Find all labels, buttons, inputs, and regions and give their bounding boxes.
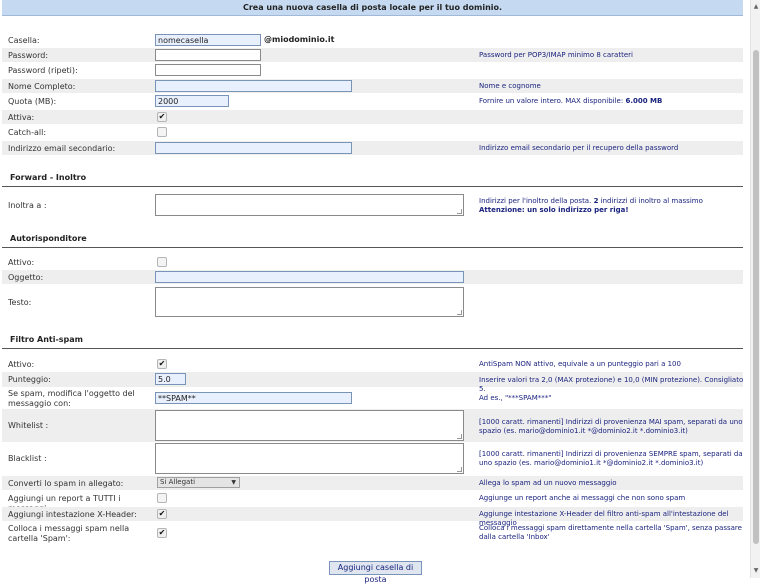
password-input[interactable] [155,49,261,61]
antispam-active-label: Attivo: [8,360,35,369]
xheader-label: Aggiungi intestazione X-Header: [8,510,137,519]
xheader-row: Aggiungi intestazione X-Header: ✔ Aggiun… [2,507,743,527]
attachment-label: Converti lo spam in allegato: [8,479,124,488]
whitelist-textarea[interactable] [155,410,464,441]
forward-section-title: Forward - Inoltro [2,172,743,187]
antispam-active-checkbox[interactable]: ✔ [157,359,167,369]
spam-folder-checkbox[interactable]: ✔ [157,528,167,538]
score-input[interactable] [155,373,186,385]
chevron-down-icon: ▼ [231,479,236,486]
password-label: Password: [8,51,49,60]
attachment-hint: Allega lo spam ad un nuovo messaggio [479,479,617,487]
quota-hint-max: 6.000 MB [625,97,663,105]
whitelist-label: Whitelist : [8,421,49,430]
autoresponder-textarea[interactable] [155,287,464,317]
attachment-select-value: Si Allegati [160,478,196,486]
blacklist-label: Blacklist : [8,454,47,463]
blacklist-hint: [1000 caratt. rimanenti] Indirizzi di pr… [479,450,743,467]
autoresponder-section-title: Autorisponditore [2,233,743,248]
forward-hint: Indirizzi per l'inoltro della posta. 2 i… [479,197,744,215]
autoresponder-active-row: Attivo: [2,255,743,269]
report-row: Aggiungi un report a TUTTI i messaggi: A… [2,491,743,513]
spam-folder-hint: Colloca i messaggi spam direttamente nel… [479,524,742,541]
forward-textarea[interactable] [155,194,464,216]
resize-grip-icon[interactable] [457,467,462,472]
secondary-email-label: Indirizzo email secondario: [8,144,116,153]
quota-label: Quota (MB): [8,97,57,106]
catchall-label: Catch-all: [8,128,47,137]
attachment-select[interactable]: Si Allegati ▼ [157,477,240,488]
forward-label: Inoltra a : [8,201,47,210]
xheader-checkbox[interactable]: ✔ [157,509,167,519]
mailbox-active-checkbox[interactable]: ✔ [157,112,167,122]
password-repeat-input[interactable] [155,64,261,76]
password-row: Password: Password per POP3/IMAP minimo … [2,48,743,62]
blacklist-row: Blacklist : [1000 caratt. rimanenti] Ind… [2,442,743,475]
report-checkbox[interactable] [157,493,167,503]
autoresponder-active-checkbox[interactable] [157,257,167,267]
antispam-active-row: Attivo: ✔ AntiSpam NON attivo, equivale … [2,357,743,371]
add-mailbox-button[interactable]: Aggiungi casella di posta [329,561,422,584]
page-title: Crea una nuova casella di posta locale p… [2,0,743,16]
fullname-input[interactable] [155,80,352,92]
whitelist-row: Whitelist : [1000 caratt. rimanenti] Ind… [2,409,743,442]
resize-grip-icon[interactable] [457,209,462,214]
fullname-label: Nome Completo: [8,82,76,91]
password-repeat-label: Password (ripeti): [8,66,78,75]
spam-folder-label: Colloca i messaggi spam nella cartella '… [8,524,130,543]
casella-input[interactable] [155,34,261,46]
attachment-row: Converti lo spam in allegato: Si Allegat… [2,476,743,490]
forward-hint-warning: Attenzione: un solo indirizzo per riga! [479,206,629,214]
spam-subject-label: Se spam, modifica l'oggetto del messaggi… [8,389,135,408]
autoresponder-subject-input[interactable] [155,271,464,283]
quota-hint: Fornire un valore intero. MAX disponibil… [479,97,744,106]
forward-row: Inoltra a : Indirizzi per l'inoltro dell… [2,192,743,218]
spam-subject-input[interactable] [155,392,352,404]
fullname-hint: Nome e cognome [479,82,541,90]
quota-hint-text: Fornire un valore intero. MAX disponibil… [479,97,626,105]
domain-suffix: @miodominio.it [264,35,335,44]
forward-hint-prefix: Indirizzi per l'inoltro della posta. [479,197,594,205]
fullname-row: Nome Completo: Nome e cognome [2,79,743,93]
autoresponder-text-label: Testo: [8,298,32,307]
score-label: Punteggio: [8,375,51,384]
report-hint: Aggiunge un report anche ai messaggi che… [479,494,686,502]
catchall-row: Catch-all: [2,125,743,139]
forward-hint-suffix: indirizzi di inoltro al massimo [598,197,703,205]
active-label: Attiva: [8,113,35,122]
autoresponder-subject-row: Oggetto: [2,270,743,284]
active-row: Attiva: ✔ [2,110,743,124]
scroll-up-icon[interactable]: ▲ [751,2,760,12]
casella-row: Casella: @miodominio.it [2,33,743,47]
quota-input[interactable] [155,95,229,107]
autoresponder-text-row: Testo: [2,286,743,318]
whitelist-hint: [1000 caratt. rimanenti] Indirizzi di pr… [479,418,743,435]
password-repeat-row: Password (ripeti): [2,63,743,77]
resize-grip-icon[interactable] [457,434,462,439]
scrollbar-thumb[interactable] [753,50,759,544]
secondary-email-input[interactable] [155,142,352,154]
scroll-down-icon[interactable]: ▼ [751,566,760,576]
spam-folder-row: Colloca i messaggi spam nella cartella '… [2,522,743,544]
antispam-section-title: Filtro Anti-spam [2,334,743,349]
score-row: Punteggio: Inserire valori tra 2,0 (MAX … [2,372,743,393]
password-hint: Password per POP3/IMAP minimo 8 caratter… [479,51,633,59]
secondary-email-hint: Indirizzo email secondario per il recupe… [479,144,679,152]
resize-grip-icon[interactable] [457,310,462,315]
blacklist-textarea[interactable] [155,443,464,474]
autoresponder-active-label: Attivo: [8,258,35,267]
catchall-checkbox[interactable] [157,127,167,137]
vertical-scrollbar[interactable]: ▲ ▼ [750,0,760,578]
spam-subject-hint: Ad es., "***SPAM***" [479,394,552,402]
antispam-active-hint: AntiSpam NON attivo, equivale a un punte… [479,360,681,368]
autoresponder-subject-label: Oggetto: [8,273,44,282]
casella-label: Casella: [8,36,40,45]
quota-row: Quota (MB): Fornire un valore intero. MA… [2,94,743,108]
spam-subject-row: Se spam, modifica l'oggetto del messaggi… [2,388,743,409]
secondary-email-row: Indirizzo email secondario: Indirizzo em… [2,141,743,155]
